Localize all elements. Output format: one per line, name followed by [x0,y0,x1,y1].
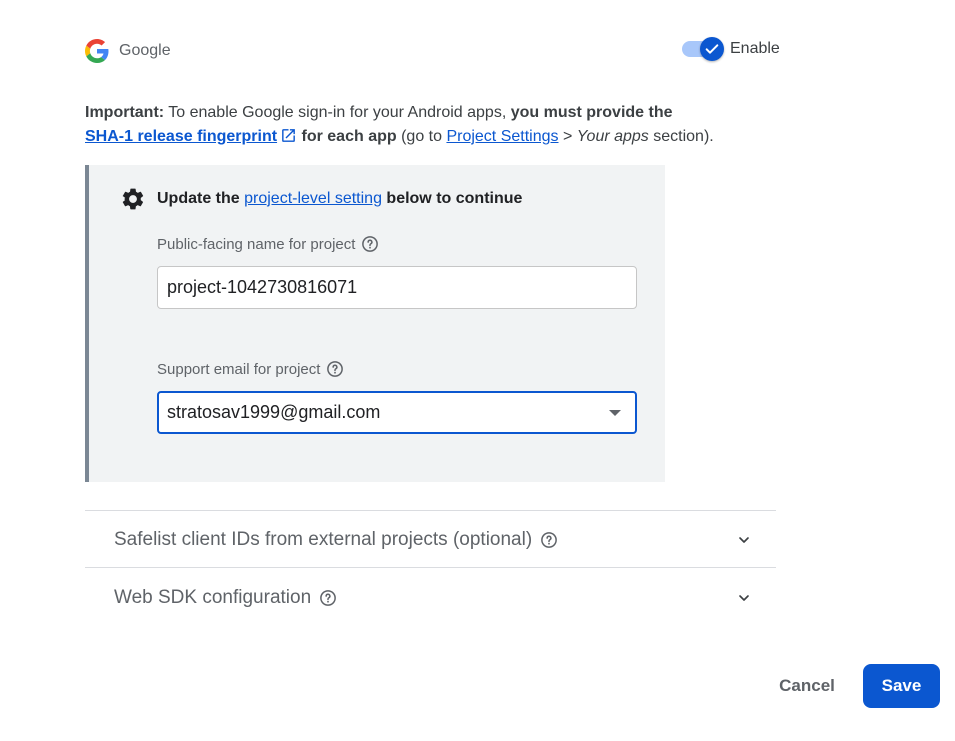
important-text-3: > [558,128,577,145]
help-icon[interactable] [319,589,337,607]
help-icon[interactable] [540,531,558,549]
project-level-setting-link[interactable]: project-level setting [244,190,382,208]
important-text-4: section). [648,128,714,145]
google-logo-icon [85,39,109,63]
support-email-value[interactable]: stratosav1999@gmail.com [167,402,609,423]
important-note: Important: To enable Google sign-in for … [85,101,765,149]
setting-suffix: below to continue [381,190,523,207]
chevron-down-icon[interactable] [736,532,752,548]
public-name-input[interactable]: project-1042730816071 [157,266,637,309]
enable-label: Enable [730,40,780,57]
cancel-button[interactable]: Cancel [765,664,849,708]
setting-prefix: Update the [157,190,245,207]
important-text-2: (go to [396,128,447,145]
support-email-select[interactable]: stratosav1999@gmail.com [157,391,637,434]
web-sdk-title: Web SDK configuration [114,587,337,609]
public-name-value[interactable]: project-1042730816071 [167,277,627,298]
project-settings-link[interactable]: Project Settings [446,128,558,145]
toggle-knob[interactable] [700,37,724,61]
important-lead: Important: [85,104,165,121]
safelist-accordion[interactable]: Safelist client IDs from external projec… [85,512,776,568]
help-icon[interactable] [326,360,344,378]
divider [85,510,776,511]
project-setting-panel [85,165,665,482]
safelist-title: Safelist client IDs from external projec… [114,529,558,551]
web-sdk-accordion[interactable]: Web SDK configuration [85,570,776,626]
support-email-label: Support email for project [157,360,344,378]
toggle-track[interactable] [682,37,724,61]
public-name-label: Public-facing name for project [157,235,379,253]
gear-icon [122,188,144,210]
sha1-fingerprint-link[interactable]: SHA-1 release fingerprint [85,128,277,145]
important-bold-1: you must provide the [510,104,673,121]
important-bold-2: for each app [297,128,397,145]
divider [85,567,776,568]
provider-name: Google [119,42,171,59]
check-icon [705,44,719,54]
help-icon[interactable] [361,235,379,253]
setting-heading: Update the project-level setting below t… [120,186,522,212]
dropdown-arrow-icon[interactable] [609,409,621,416]
enable-toggle[interactable]: Enable [682,37,780,61]
chevron-down-icon[interactable] [736,590,752,606]
important-text-1: To enable Google sign-in for your Androi… [164,104,511,121]
save-button[interactable]: Save [863,664,940,708]
provider-header: Google [85,38,171,64]
your-apps-text: Your apps [576,128,649,145]
external-link-icon[interactable] [280,127,297,144]
